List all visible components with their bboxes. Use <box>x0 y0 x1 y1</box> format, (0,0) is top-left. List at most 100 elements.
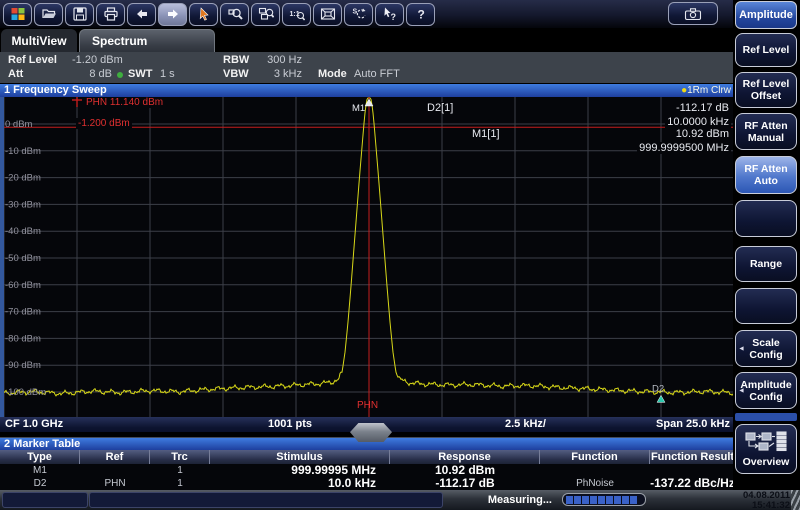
d2-trc: 1 <box>150 477 210 490</box>
marker-table-row-d2[interactable]: D2 PHN 1 10.0 kHz -112.17 dB PhNoise -13… <box>0 477 735 490</box>
open-button[interactable] <box>34 3 63 26</box>
readout-d2-value: -112.17 dB <box>674 102 731 114</box>
col-type: Type <box>0 450 80 464</box>
frequency-sweep-window: 1 Frequency Sweep ●1Rm Clrw M1D20 dBm-10… <box>0 84 735 432</box>
rbw-value[interactable]: 300 Hz <box>250 54 302 66</box>
svg-text:M1: M1 <box>352 103 365 114</box>
softkey-label: Range <box>750 258 782 270</box>
ref-level-value[interactable]: -1.20 dBm <box>72 54 123 66</box>
svg-text:-100 dBm: -100 dBm <box>5 387 46 398</box>
softkey-rf-atten-manual[interactable]: RF Atten Manual <box>735 113 797 150</box>
date-time: 04.08.2011 15:41:32 <box>743 490 790 510</box>
softkey-scale-config[interactable]: ◄Scale Config <box>735 330 797 367</box>
select-cursor-button[interactable] <box>189 3 218 26</box>
m1-ref <box>80 464 150 477</box>
att-label[interactable]: Att <box>8 68 23 80</box>
sweep-sync-button[interactable]: S <box>344 3 373 26</box>
m1-function <box>540 464 650 477</box>
tab-spectrum[interactable]: Spectrum <box>79 29 215 52</box>
d2-stimulus: 10.0 kHz <box>210 477 390 490</box>
m1-type: M1 <box>0 464 80 477</box>
sidebar-accent-strip <box>735 413 797 421</box>
svg-text:?: ? <box>417 8 424 22</box>
readout-m1-name: M1[1] <box>470 128 502 140</box>
redo-button[interactable] <box>158 3 187 26</box>
tab-multiview[interactable]: MultiView <box>1 29 77 52</box>
svg-text:-30 dBm: -30 dBm <box>5 199 41 210</box>
softkey-blank-1[interactable] <box>735 200 797 237</box>
svg-text:D2: D2 <box>652 383 664 394</box>
window-focus-strip <box>0 97 4 417</box>
window-splitter-grip[interactable] <box>350 423 392 442</box>
span-label[interactable]: Span 25.0 kHz <box>656 417 730 432</box>
mode-value[interactable]: Auto FFT <box>354 68 400 80</box>
display-update-button[interactable] <box>313 3 342 26</box>
time: 15:41:32 <box>743 501 790 510</box>
softkey-menu-title: Amplitude <box>739 9 793 21</box>
swt-value[interactable]: 1 s <box>160 68 175 80</box>
context-help-button[interactable]: ? <box>375 3 404 26</box>
softkey-sidebar: Amplitude Ref Level Ref Level Offset RF … <box>733 0 800 490</box>
softkey-blank-2[interactable] <box>735 288 797 324</box>
camera-icon[interactable] <box>668 2 718 25</box>
vbw-label[interactable]: VBW <box>223 68 249 80</box>
tab-bar: MultiView Spectrum <box>0 28 735 52</box>
tab-spectrum-label: Spectrum <box>92 34 147 48</box>
mode-label[interactable]: Mode <box>318 68 347 80</box>
svg-text:-60 dBm: -60 dBm <box>5 280 41 291</box>
spectrum-plot[interactable]: M1D20 dBm-10 dBm-20 dBm-30 dBm-40 dBm-50… <box>0 97 735 417</box>
print-button[interactable] <box>96 3 125 26</box>
status-panel-1 <box>2 492 88 508</box>
overview-button[interactable]: Overview <box>735 424 797 474</box>
analyzer-screen: 1:1 S ? ? MultiView Spectrum Ref Level -… <box>0 0 800 510</box>
col-function: Function <box>540 450 650 464</box>
softkey-ref-level[interactable]: Ref Level <box>735 33 797 67</box>
softkey-menu-header[interactable]: Amplitude <box>735 1 797 29</box>
d2-ref: PHN <box>80 477 150 490</box>
sweep-window-titlebar[interactable]: 1 Frequency Sweep ●1Rm Clrw <box>0 84 735 97</box>
sweep-points-label[interactable]: 1001 pts <box>268 417 312 432</box>
center-frequency-label[interactable]: CF 1.0 GHz <box>5 417 63 432</box>
windows-logo-icon[interactable] <box>3 3 32 26</box>
undo-button[interactable] <box>127 3 156 26</box>
readout-m1-value: 10.92 dBm <box>674 128 731 140</box>
ref-level-label[interactable]: Ref Level <box>8 54 57 66</box>
svg-text:-20 dBm: -20 dBm <box>5 173 41 184</box>
zoom-button[interactable] <box>220 3 249 26</box>
svg-text:-10 dBm: -10 dBm <box>5 146 41 157</box>
toolbar: 1:1 S ? ? <box>0 0 800 28</box>
col-trc: Trc <box>150 450 210 464</box>
zoom-1to1-button[interactable]: 1:1 <box>282 3 311 26</box>
readout-m1-freq: 999.9999500 MHz <box>637 142 731 154</box>
softkey-label: Ref Level Offset <box>737 78 795 102</box>
marker-table-window: 2 Marker Table Type Ref Trc Stimulus Res… <box>0 437 735 491</box>
zoom-multi-button[interactable] <box>251 3 280 26</box>
resize-grip[interactable] <box>791 490 800 510</box>
softkey-ref-level-offset[interactable]: Ref Level Offset <box>735 72 797 108</box>
softkey-range[interactable]: Range <box>735 246 797 282</box>
readout-d2-name: D2[1] <box>425 102 455 114</box>
per-division-label[interactable]: 2.5 kHz/ <box>505 417 546 432</box>
overview-flow-icon <box>744 431 788 455</box>
trace-mode-tag[interactable]: ●1Rm Clrw <box>681 84 731 97</box>
col-stimulus: Stimulus <box>210 450 390 464</box>
svg-text:-80 dBm: -80 dBm <box>5 333 41 344</box>
status-panel-2 <box>89 492 443 508</box>
swt-label[interactable]: SWT <box>128 68 152 80</box>
softkey-label: Amplitude Config <box>737 379 795 403</box>
col-function-result: Function Result <box>650 450 735 464</box>
m1-trc: 1 <box>150 464 210 477</box>
att-value[interactable]: 8 dB <box>60 68 112 80</box>
rbw-label[interactable]: RBW <box>223 54 249 66</box>
status-bar: Measuring... 04.08.2011 15:41:32 <box>0 490 800 510</box>
softkey-rf-atten-auto[interactable]: RF Atten Auto <box>735 156 797 194</box>
vbw-value[interactable]: 3 kHz <box>250 68 302 80</box>
submenu-arrow-icon: ◄ <box>738 387 745 394</box>
svg-text:-70 dBm: -70 dBm <box>5 307 41 318</box>
help-button[interactable]: ? <box>406 3 435 26</box>
softkey-amplitude-config[interactable]: ◄Amplitude Config <box>735 372 797 409</box>
measuring-status: Measuring... <box>430 494 552 506</box>
measurement-progress-bar <box>562 493 646 506</box>
save-button[interactable] <box>65 3 94 26</box>
tab-multiview-label: MultiView <box>11 34 66 48</box>
